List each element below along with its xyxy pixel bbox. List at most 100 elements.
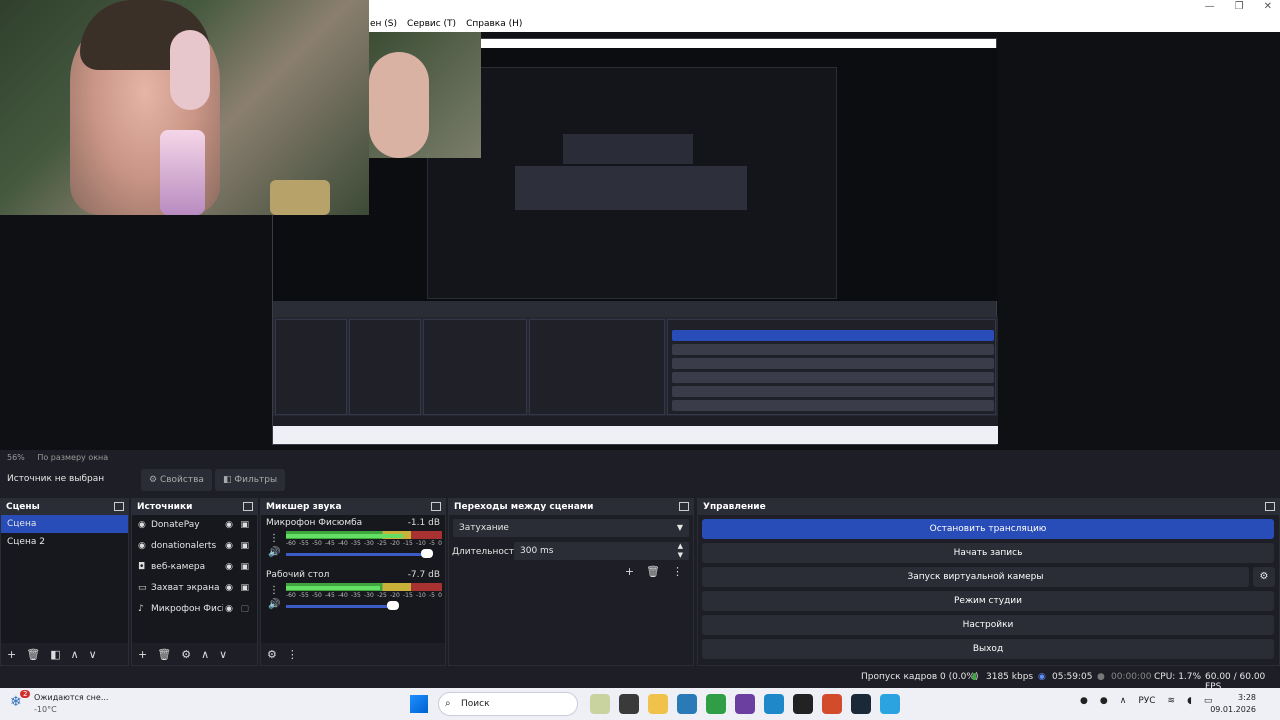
volume-knob[interactable]: [387, 601, 399, 610]
speaker-icon[interactable]: 🔊: [268, 599, 280, 610]
menu-view[interactable]: ен (S): [370, 16, 397, 32]
virtual-camera-settings-button[interactable]: ⚙: [1253, 567, 1275, 587]
close-icon[interactable]: ✕: [1264, 1, 1272, 12]
zoom-level[interactable]: 56%: [7, 453, 25, 462]
spinner-icon[interactable]: ▲ ▼: [678, 542, 683, 560]
undock-icon[interactable]: [679, 502, 689, 511]
search-placeholder: Поиск: [461, 699, 490, 709]
source-item[interactable]: ◘ веб-камера ◉ ▣: [132, 557, 257, 578]
lang-indicator[interactable]: РУС: [1138, 696, 1155, 706]
scene-item[interactable]: Сцена 2: [1, 533, 128, 551]
gear-icon[interactable]: ⚙: [181, 648, 191, 661]
undock-icon[interactable]: [431, 502, 441, 511]
source-name: Захват экрана: [151, 583, 220, 593]
steam-icon[interactable]: [851, 694, 871, 714]
source-name: DonatePay: [151, 520, 200, 530]
source-item[interactable]: ♪ Микрофон Фисі ◉ ▢: [132, 599, 257, 620]
bitrate: 3185 kbps: [986, 672, 1034, 682]
windows-taskbar: ❄ 2 Ожидаются сне... -10°C ⌕ Поиск ● ● ∧…: [0, 688, 1280, 720]
tray-app-icon[interactable]: ●: [1080, 696, 1088, 706]
virtual-camera-button[interactable]: Запуск виртуальной камеры: [702, 567, 1249, 587]
add-icon[interactable]: +: [138, 648, 147, 661]
clock[interactable]: 3:28 09.01.2026: [1210, 692, 1256, 716]
browser-icon: ◉: [138, 520, 146, 530]
eye-icon[interactable]: ◉: [225, 578, 233, 599]
chevron-up-icon[interactable]: ∧: [1120, 696, 1127, 706]
speaker-icon[interactable]: 🔊: [268, 547, 280, 558]
xbox-icon[interactable]: [706, 694, 726, 714]
lock-icon[interactable]: ▣: [240, 578, 249, 599]
more-icon[interactable]: ⋮: [287, 648, 298, 661]
volume-slider[interactable]: [286, 553, 426, 556]
volume-icon[interactable]: ◖: [1187, 696, 1192, 706]
duration-input[interactable]: 300 ms ▲ ▼: [514, 542, 689, 560]
exit-button[interactable]: Выход: [702, 639, 1274, 659]
filters-button[interactable]: ◧ Фильтры: [215, 469, 286, 491]
source-item[interactable]: ◉ donationalerts ◉ ▣: [132, 536, 257, 557]
menu-tools[interactable]: Сервис (T): [407, 16, 456, 32]
edge-icon[interactable]: [764, 694, 784, 714]
search-box[interactable]: ⌕ Поиск: [438, 692, 578, 716]
trash-icon[interactable]: 🗑: [157, 648, 171, 661]
app-icon[interactable]: [619, 694, 639, 714]
more-icon[interactable]: ⋮: [269, 585, 279, 596]
add-icon[interactable]: +: [7, 648, 16, 661]
source-item[interactable]: ◉ DonatePay ◉ ▣: [132, 515, 257, 536]
channel-db: -7.7 dB: [407, 570, 440, 580]
app-icon[interactable]: [590, 694, 610, 714]
properties-button[interactable]: ⚙ Свойства: [141, 469, 212, 491]
source-item[interactable]: ▭ Захват экрана ◉ ▣: [132, 578, 257, 599]
eye-icon[interactable]: ◉: [225, 557, 233, 578]
menu-help[interactable]: Справка (H): [466, 16, 522, 32]
controls-dock: Управление Остановить трансляцию Начать …: [697, 498, 1280, 666]
scenes-title: Сцены: [1, 499, 128, 515]
stop-stream-button[interactable]: Остановить трансляцию: [702, 519, 1274, 539]
volume-knob[interactable]: [421, 549, 433, 558]
eye-icon[interactable]: ◉: [225, 536, 233, 557]
temperature: -10°C: [34, 705, 57, 714]
trash-icon[interactable]: 🗑: [646, 565, 660, 578]
maximize-icon[interactable]: ❐: [1235, 1, 1244, 12]
move-down-icon[interactable]: ∨: [219, 648, 227, 661]
transitions-title: Переходы между сценами: [449, 499, 693, 515]
add-icon[interactable]: +: [625, 565, 634, 578]
undock-icon[interactable]: [243, 502, 253, 511]
transition-select[interactable]: Затухание ▼: [453, 519, 689, 537]
gear-icon[interactable]: ⚙: [267, 648, 277, 661]
wifi-icon[interactable]: ≋: [1168, 696, 1176, 706]
start-recording-button[interactable]: Начать запись: [702, 543, 1274, 563]
zoom-mode[interactable]: По размеру окна: [37, 453, 108, 462]
meter-tick: -30: [364, 592, 374, 599]
move-up-icon[interactable]: ∧: [201, 648, 209, 661]
studio-mode-button[interactable]: Режим студии: [702, 591, 1274, 611]
eye-icon[interactable]: ◉: [225, 515, 233, 536]
windows-start-icon[interactable]: [410, 695, 428, 713]
file-explorer-icon[interactable]: [648, 694, 668, 714]
eye-icon[interactable]: ◉: [225, 599, 233, 620]
more-icon[interactable]: ⋮: [269, 533, 279, 544]
minimize-icon[interactable]: —: [1205, 1, 1215, 12]
more-icon[interactable]: ⋮: [672, 565, 683, 578]
unlock-icon[interactable]: ▢: [240, 599, 249, 620]
app-icon[interactable]: [677, 694, 697, 714]
filter-icon[interactable]: ◧: [50, 648, 60, 661]
undock-icon[interactable]: [114, 502, 124, 511]
transitions-dock: Переходы между сценами Затухание ▼ Длите…: [448, 498, 694, 666]
telegram-icon[interactable]: [880, 694, 900, 714]
app-icon[interactable]: [822, 694, 842, 714]
scene-item[interactable]: Сцена: [1, 515, 128, 533]
mixer-footer: ⚙ ⋮: [261, 643, 445, 665]
lock-icon[interactable]: ▣: [240, 515, 249, 536]
trash-icon[interactable]: 🗑: [26, 648, 40, 661]
undock-icon[interactable]: [1265, 502, 1275, 511]
tray-app-icon[interactable]: ●: [1100, 696, 1108, 706]
settings-button[interactable]: Настройки: [702, 615, 1274, 635]
obs-icon[interactable]: [793, 694, 813, 714]
app-icon[interactable]: [735, 694, 755, 714]
volume-slider[interactable]: [286, 605, 391, 608]
move-down-icon[interactable]: ∨: [89, 648, 97, 661]
sources-footer: + 🗑 ⚙ ∧ ∨: [132, 643, 257, 665]
lock-icon[interactable]: ▣: [240, 536, 249, 557]
move-up-icon[interactable]: ∧: [71, 648, 79, 661]
lock-icon[interactable]: ▣: [240, 557, 249, 578]
